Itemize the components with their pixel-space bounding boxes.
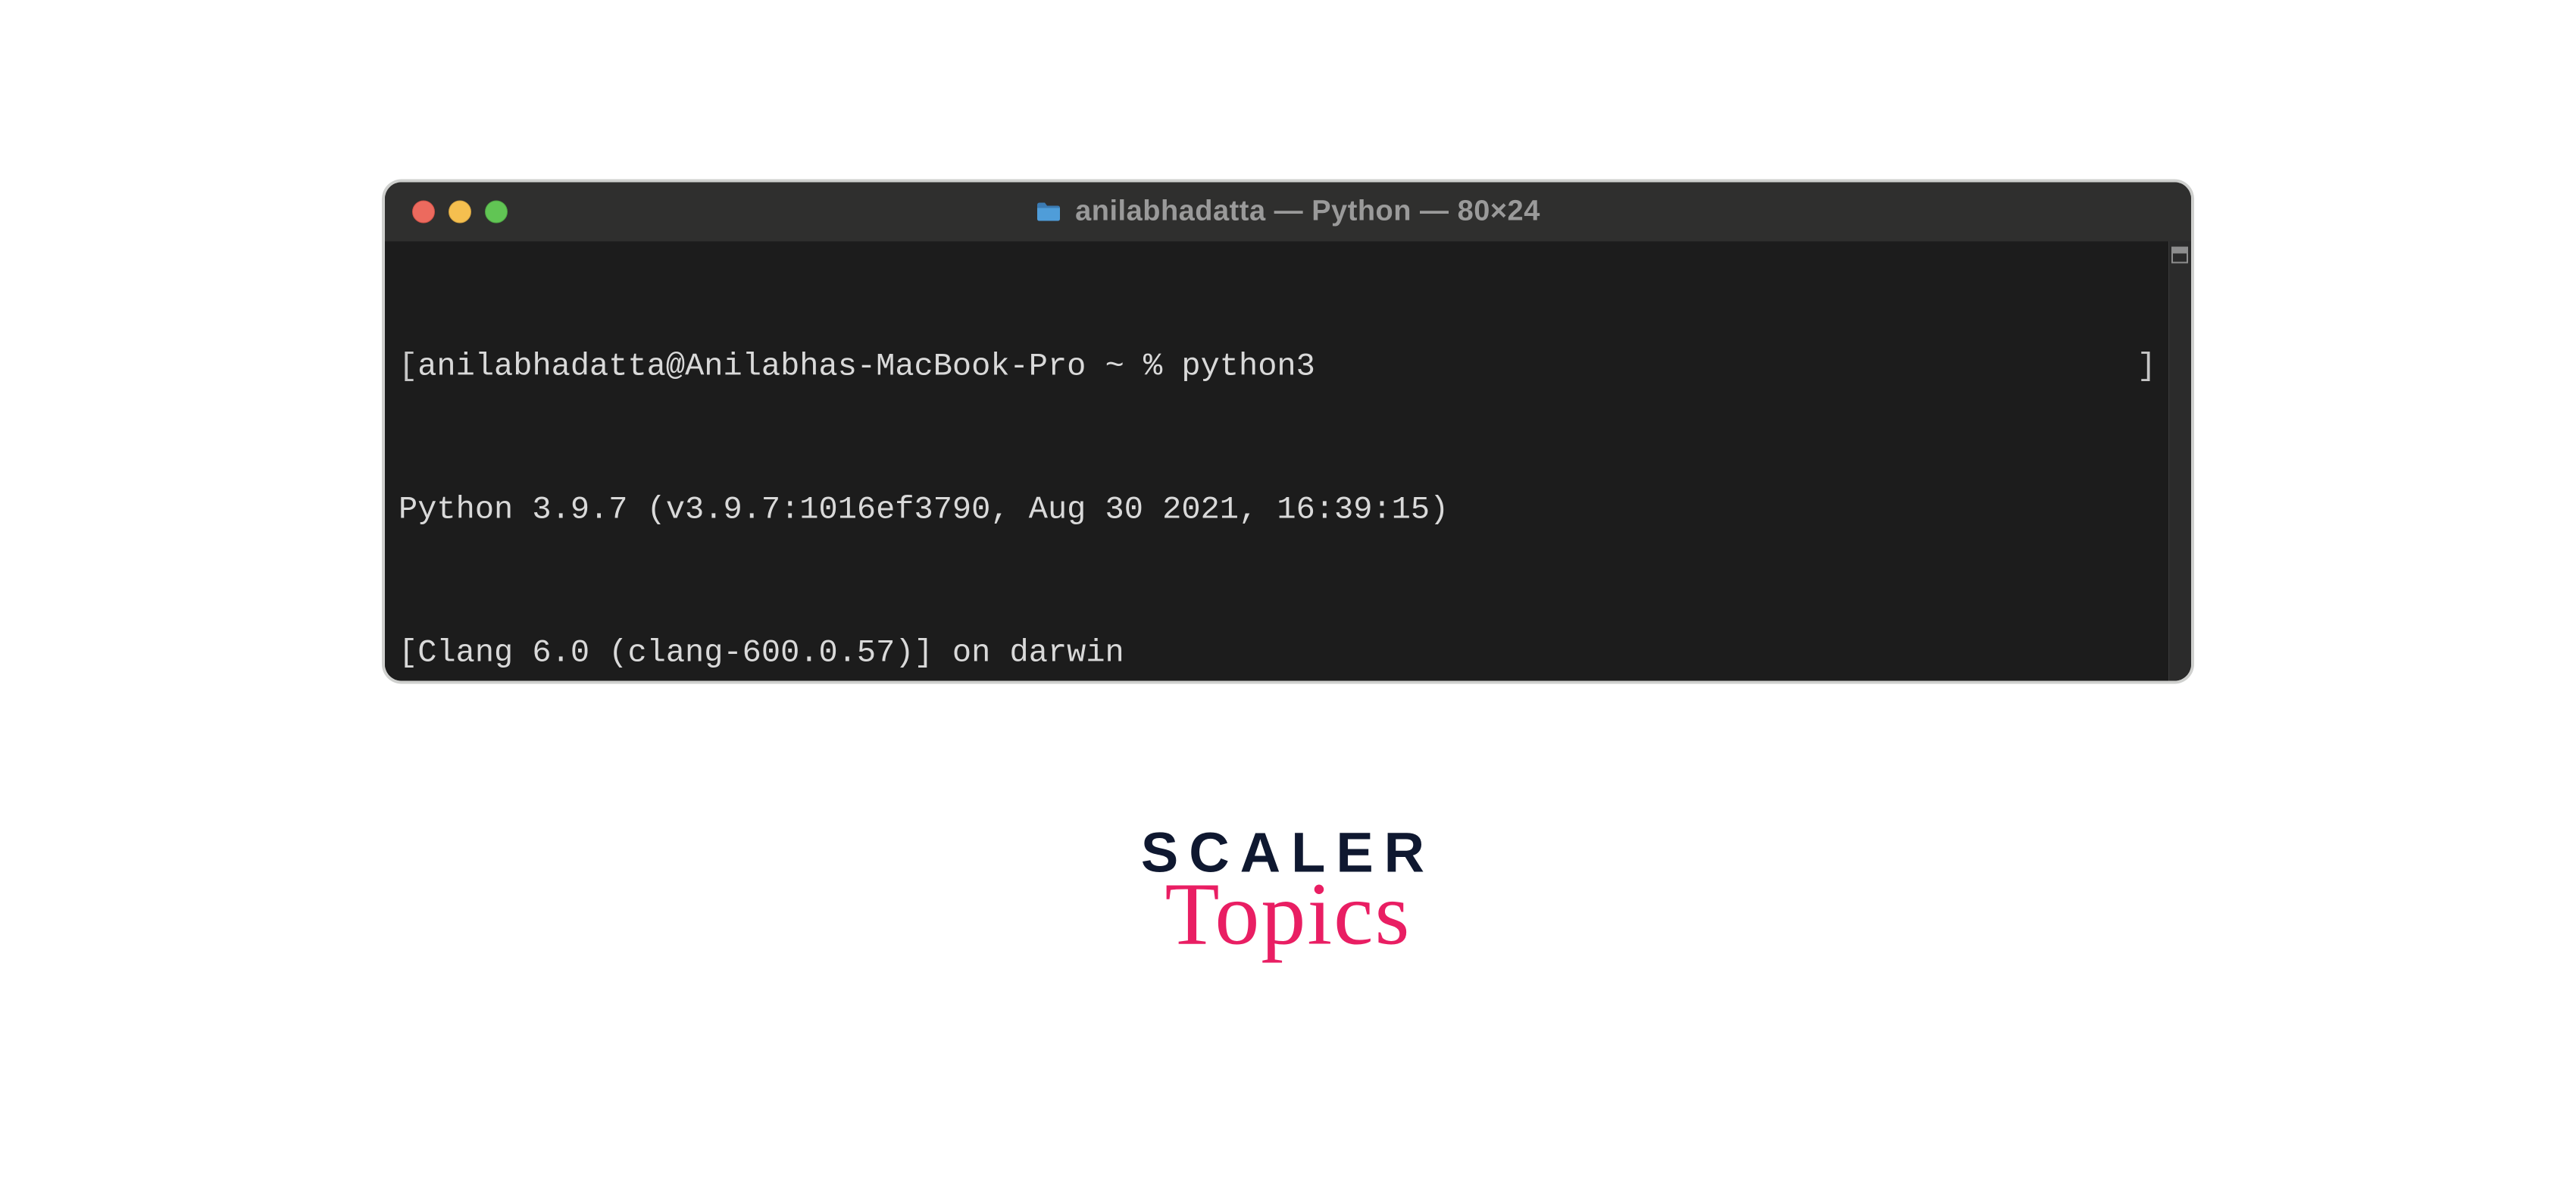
terminal-line: [Clang 6.0 (clang-600.0.57)] on darwin bbox=[399, 629, 1124, 677]
minimize-icon[interactable] bbox=[449, 200, 471, 223]
terminal-line: anilabhadatta@Anilabhas-MacBook-Pro ~ % … bbox=[417, 342, 1315, 390]
bracket-close: ] bbox=[2137, 342, 2156, 390]
scrollbar[interactable] bbox=[2168, 241, 2191, 680]
brand-logo-bottom: Topics bbox=[1141, 876, 1435, 952]
terminal-body[interactable]: [anilabhadatta@Anilabhas-MacBook-Pro ~ %… bbox=[385, 241, 2191, 680]
terminal-text[interactable]: [anilabhadatta@Anilabhas-MacBook-Pro ~ %… bbox=[385, 241, 2168, 680]
close-icon[interactable] bbox=[412, 200, 435, 223]
brand-logo: SCALER Topics bbox=[1141, 824, 1435, 956]
terminal-line: Python 3.9.7 (v3.9.7:1016ef3790, Aug 30 … bbox=[399, 486, 1449, 533]
terminal-window: anilabhadatta — Python — 80×24 [anilabha… bbox=[385, 182, 2191, 680]
window-controls bbox=[385, 200, 508, 223]
panel-icon bbox=[2171, 245, 2189, 264]
bracket-open: [ bbox=[399, 342, 417, 390]
zoom-icon[interactable] bbox=[485, 200, 508, 223]
titlebar[interactable]: anilabhadatta — Python — 80×24 bbox=[385, 182, 2191, 241]
window-title: anilabhadatta — Python — 80×24 bbox=[1075, 195, 1540, 228]
folder-icon bbox=[1036, 201, 1061, 222]
